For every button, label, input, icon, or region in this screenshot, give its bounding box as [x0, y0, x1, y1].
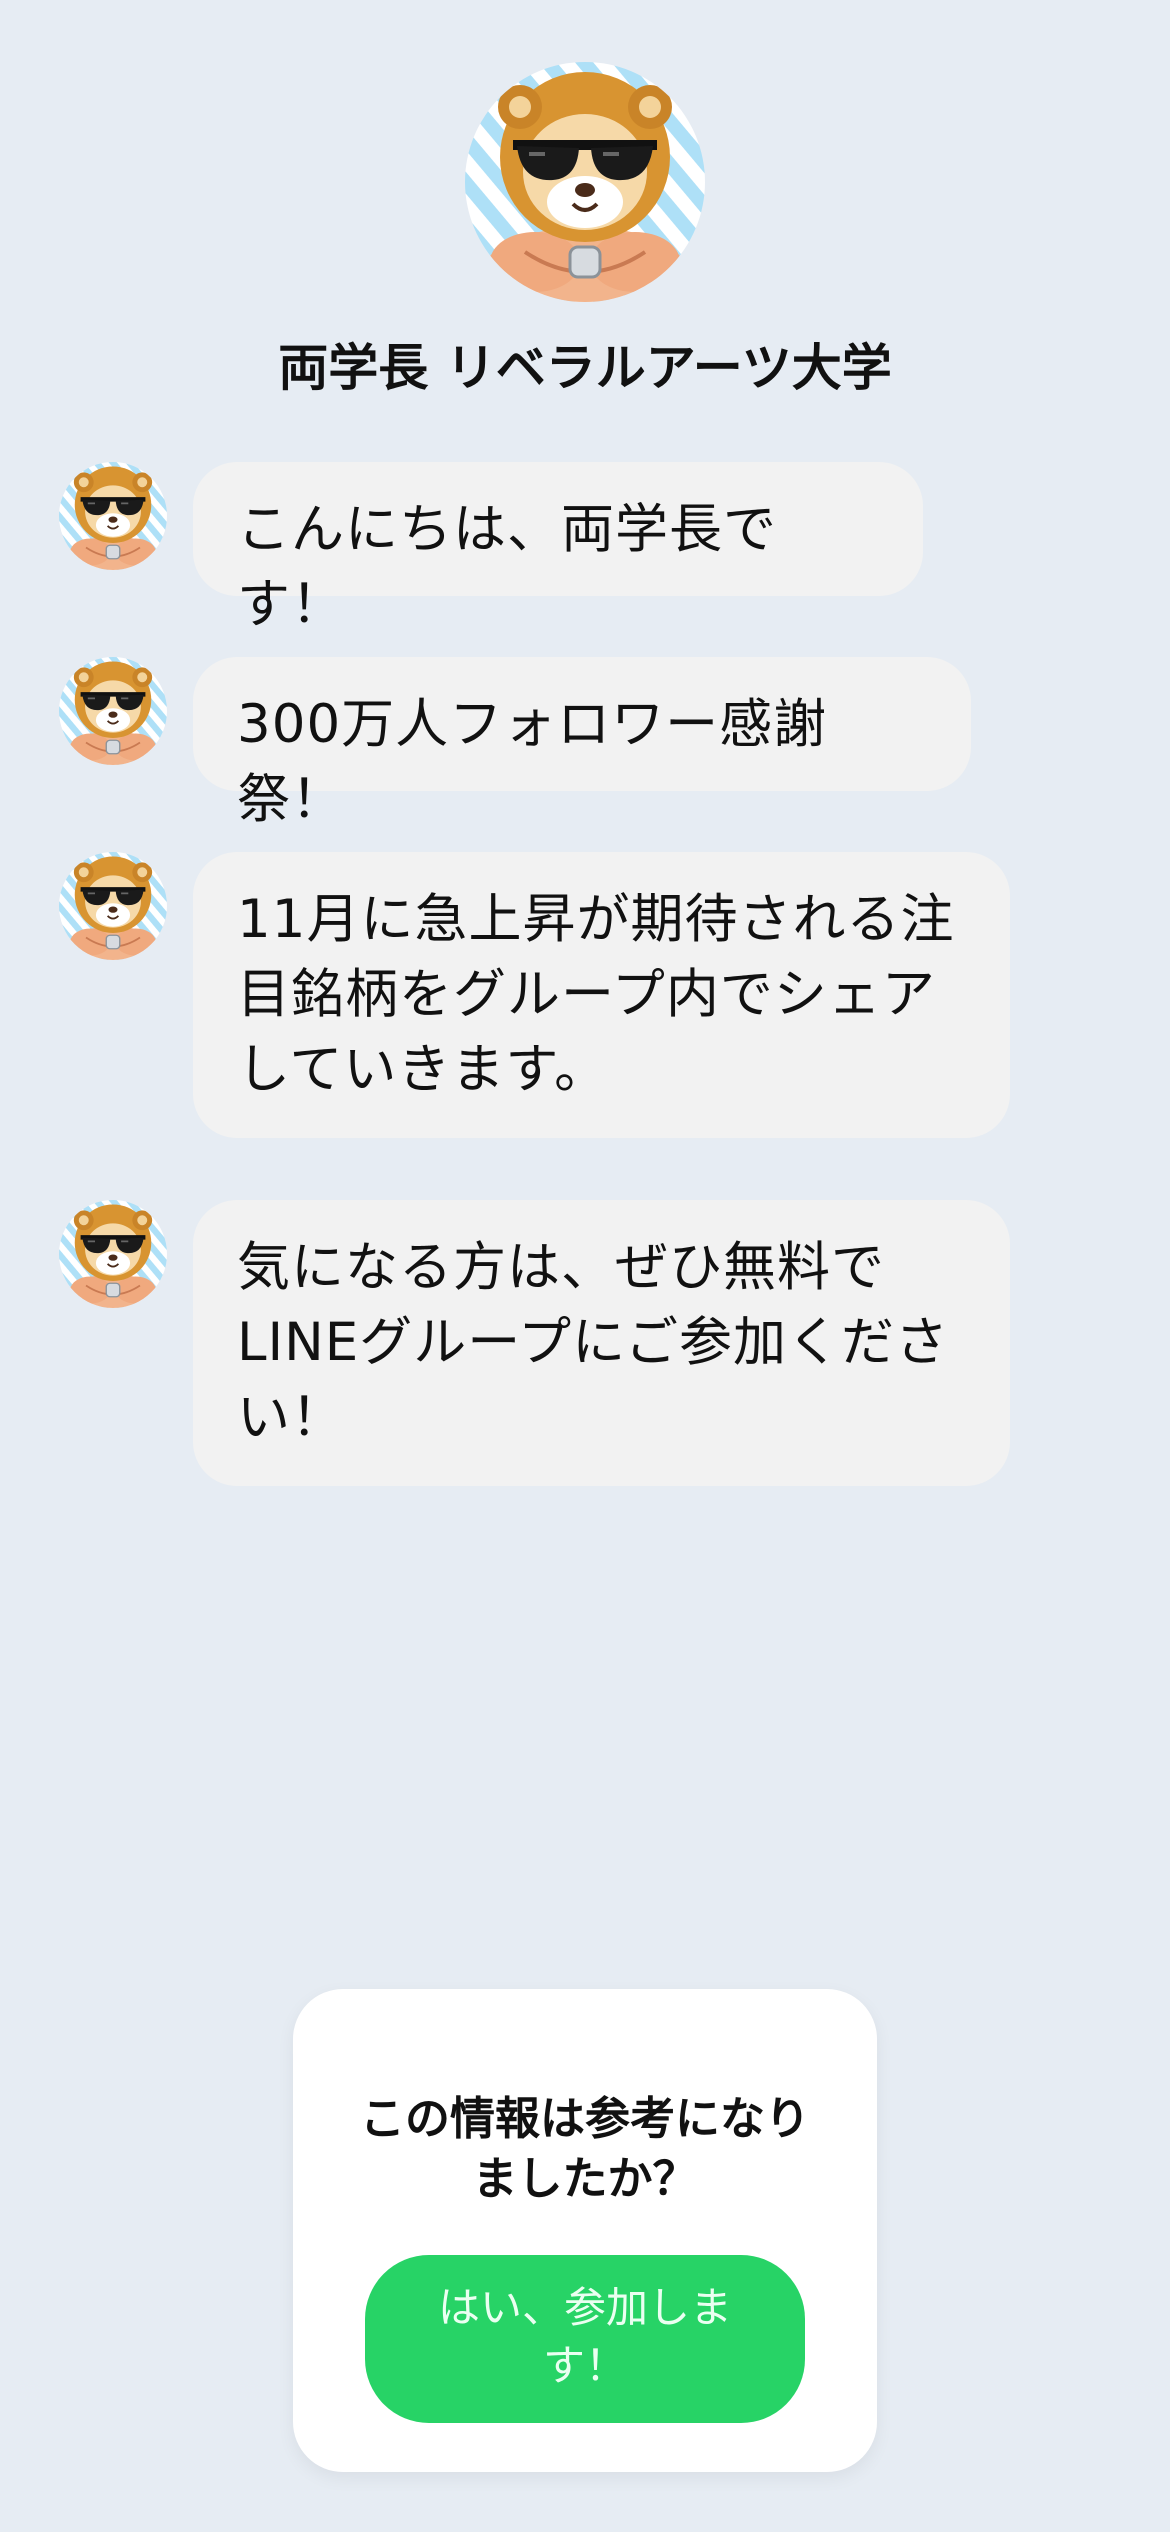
message-bubble: 気になる方は、ぜひ無料で LINEグループにご参加くださ い！	[193, 1200, 1010, 1486]
feedback-question: この情報は参考になり ましたか？	[359, 2092, 810, 2205]
header-avatar	[465, 62, 705, 302]
page-title: 両学長 リベラルアーツ大学	[278, 339, 892, 397]
message-bubble: 300万人フォロワー感謝祭！	[193, 657, 971, 830]
message-bubble: こんにちは、両学長です！	[193, 462, 923, 635]
lion-mascot-avatar-icon	[59, 462, 167, 570]
message-avatar	[59, 657, 167, 765]
lion-mascot-avatar-icon	[465, 62, 705, 302]
lion-mascot-avatar-icon	[59, 852, 167, 960]
message-avatar	[59, 462, 167, 570]
message-avatar	[59, 852, 167, 960]
message-avatar	[59, 1200, 167, 1308]
join-button[interactable]: はい、参加しま す！	[365, 2255, 805, 2423]
message-bubble: 11月に急上昇が期待される注 目銘柄をグループ内でシェア していきます。	[193, 852, 1010, 1138]
feedback-card: この情報は参考になり ましたか？ はい、参加しま す！	[293, 1989, 877, 2472]
lion-mascot-avatar-icon	[59, 1200, 167, 1308]
lion-mascot-avatar-icon	[59, 657, 167, 765]
